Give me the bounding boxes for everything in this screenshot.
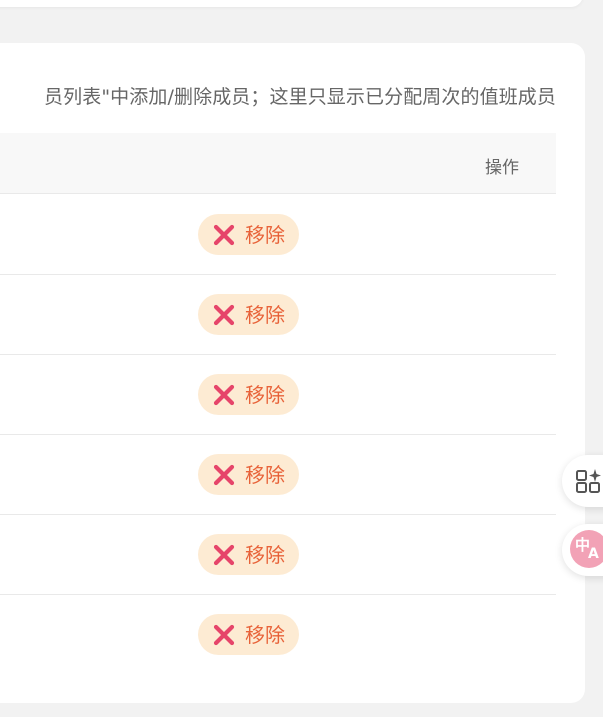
remove-button-label: 移除	[245, 542, 285, 567]
remove-button[interactable]: 移除	[198, 214, 299, 255]
close-x-icon	[213, 624, 235, 645]
remove-button-label: 移除	[245, 302, 285, 327]
table-row: 移除	[0, 194, 556, 275]
close-x-icon	[213, 304, 235, 325]
grid-sparkle-icon	[576, 469, 601, 493]
remove-button-label: 移除	[245, 622, 285, 647]
table-row: 移除	[0, 274, 556, 355]
table-row: 移除	[0, 594, 556, 674]
column-header-action: 操作	[485, 158, 519, 178]
remove-button[interactable]: 移除	[198, 614, 299, 655]
remove-button[interactable]: 移除	[198, 374, 299, 415]
table-row: 移除	[0, 354, 556, 435]
remove-button[interactable]: 移除	[198, 534, 299, 575]
member-hint-text: 员列表"中添加/删除成员；这里只显示已分配周次的值班成员	[44, 86, 556, 108]
table-row: 移除	[0, 434, 556, 515]
remove-button-label: 移除	[245, 382, 285, 407]
table-row: 移除	[0, 514, 556, 595]
remove-button[interactable]: 移除	[198, 294, 299, 335]
close-x-icon	[213, 464, 235, 485]
remove-button[interactable]: 移除	[198, 454, 299, 495]
close-x-icon	[213, 544, 235, 565]
remove-button-label: 移除	[245, 222, 285, 247]
translate-icon: 中 A	[570, 530, 603, 568]
close-x-icon	[213, 224, 235, 245]
top-card	[0, 0, 583, 7]
table-header: 操作	[0, 133, 556, 194]
remove-button-label: 移除	[245, 462, 285, 487]
close-x-icon	[213, 384, 235, 405]
